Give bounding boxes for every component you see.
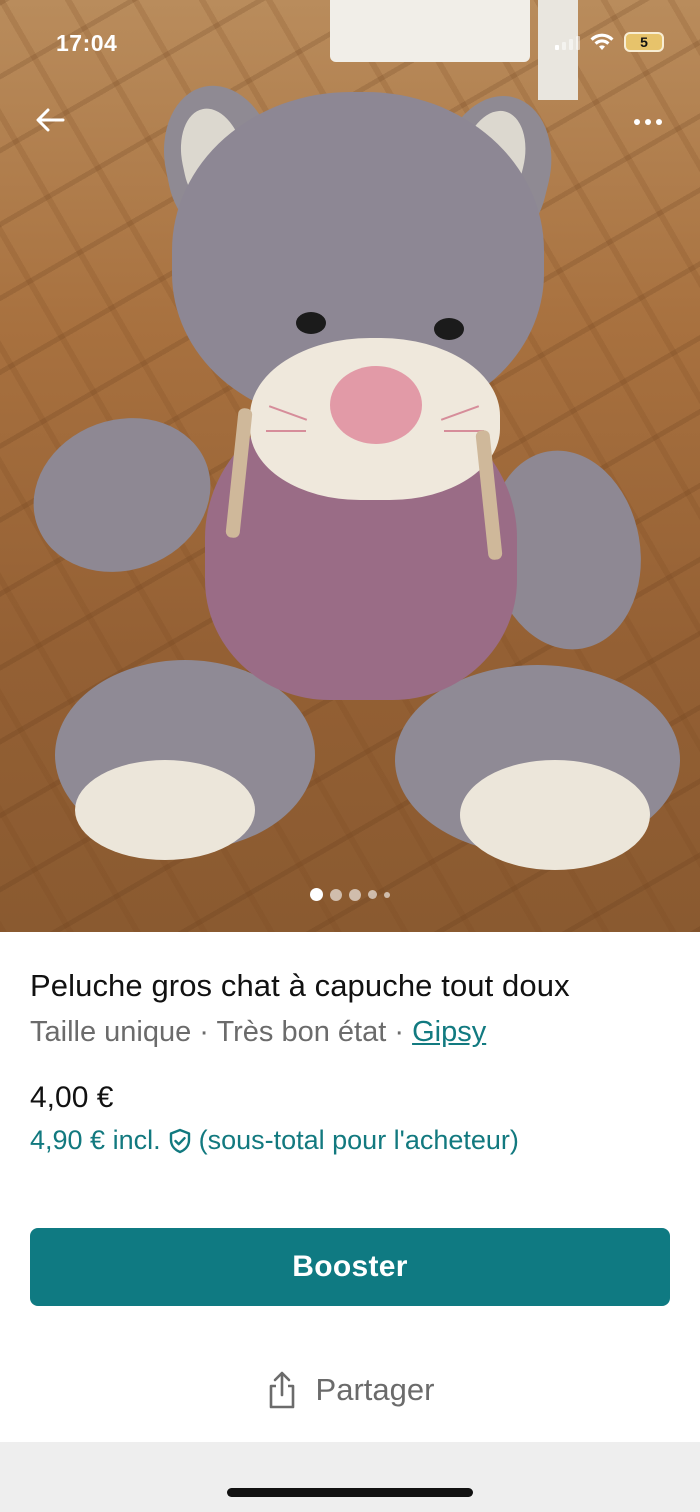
- shield-check-icon: [167, 1128, 193, 1154]
- back-button[interactable]: [30, 100, 70, 140]
- buyer-price: 4,90 € incl.: [30, 1125, 161, 1155]
- plush-left-paw: [75, 760, 255, 860]
- meta-separator: ·: [386, 1016, 413, 1048]
- meta-separator: ·: [191, 1016, 217, 1048]
- status-icons: 5: [555, 32, 664, 52]
- product-photo[interactable]: 17:04 5: [0, 0, 700, 932]
- cellular-signal-icon: [555, 34, 580, 50]
- booster-button[interactable]: Booster: [30, 1228, 670, 1306]
- plush-right-paw: [460, 760, 650, 870]
- buyer-price-row[interactable]: 4,90 € incl. (sous-total pour l'acheteur…: [30, 1125, 670, 1156]
- listing-size: Taille unique: [30, 1016, 192, 1048]
- bottom-band: [0, 1442, 700, 1512]
- share-button[interactable]: Partager: [0, 1360, 700, 1420]
- plush-nose: [330, 366, 422, 444]
- carousel-dot[interactable]: [384, 891, 390, 898]
- battery-icon: 5: [624, 32, 664, 52]
- carousel-dot[interactable]: [349, 888, 361, 901]
- wifi-icon: [590, 33, 614, 50]
- carousel-dot[interactable]: [330, 888, 342, 901]
- listing-price: 4,00 €: [30, 1081, 114, 1114]
- carousel-pagination: [0, 888, 700, 901]
- home-indicator[interactable]: [227, 1488, 473, 1497]
- carousel-dot[interactable]: [368, 890, 377, 899]
- listing-condition: Très bon état: [216, 1016, 387, 1048]
- buyer-price-note: (sous-total pour l'acheteur): [198, 1125, 519, 1155]
- plush-left-arm: [11, 393, 233, 597]
- arrow-left-icon: [36, 108, 65, 132]
- share-label: Partager: [315, 1372, 435, 1407]
- listing-info: Peluche gros chat à capuche tout doux Ta…: [30, 932, 670, 1156]
- share-icon: [266, 1370, 298, 1410]
- listing-title: Peluche gros chat à capuche tout doux: [30, 968, 570, 1003]
- listing-brand-link[interactable]: Gipsy: [412, 1016, 486, 1048]
- listing-meta: Taille unique · Très bon état · Gipsy: [30, 1016, 670, 1049]
- plush-cat-image: [0, 0, 700, 932]
- plush-right-eye: [434, 318, 464, 340]
- status-time: 17:04: [56, 30, 118, 56]
- more-horizontal-icon: [634, 119, 640, 125]
- more-options-button[interactable]: [626, 102, 670, 142]
- plush-whisker: [266, 430, 306, 432]
- carousel-dot-active[interactable]: [310, 888, 323, 901]
- plush-left-eye: [296, 312, 326, 334]
